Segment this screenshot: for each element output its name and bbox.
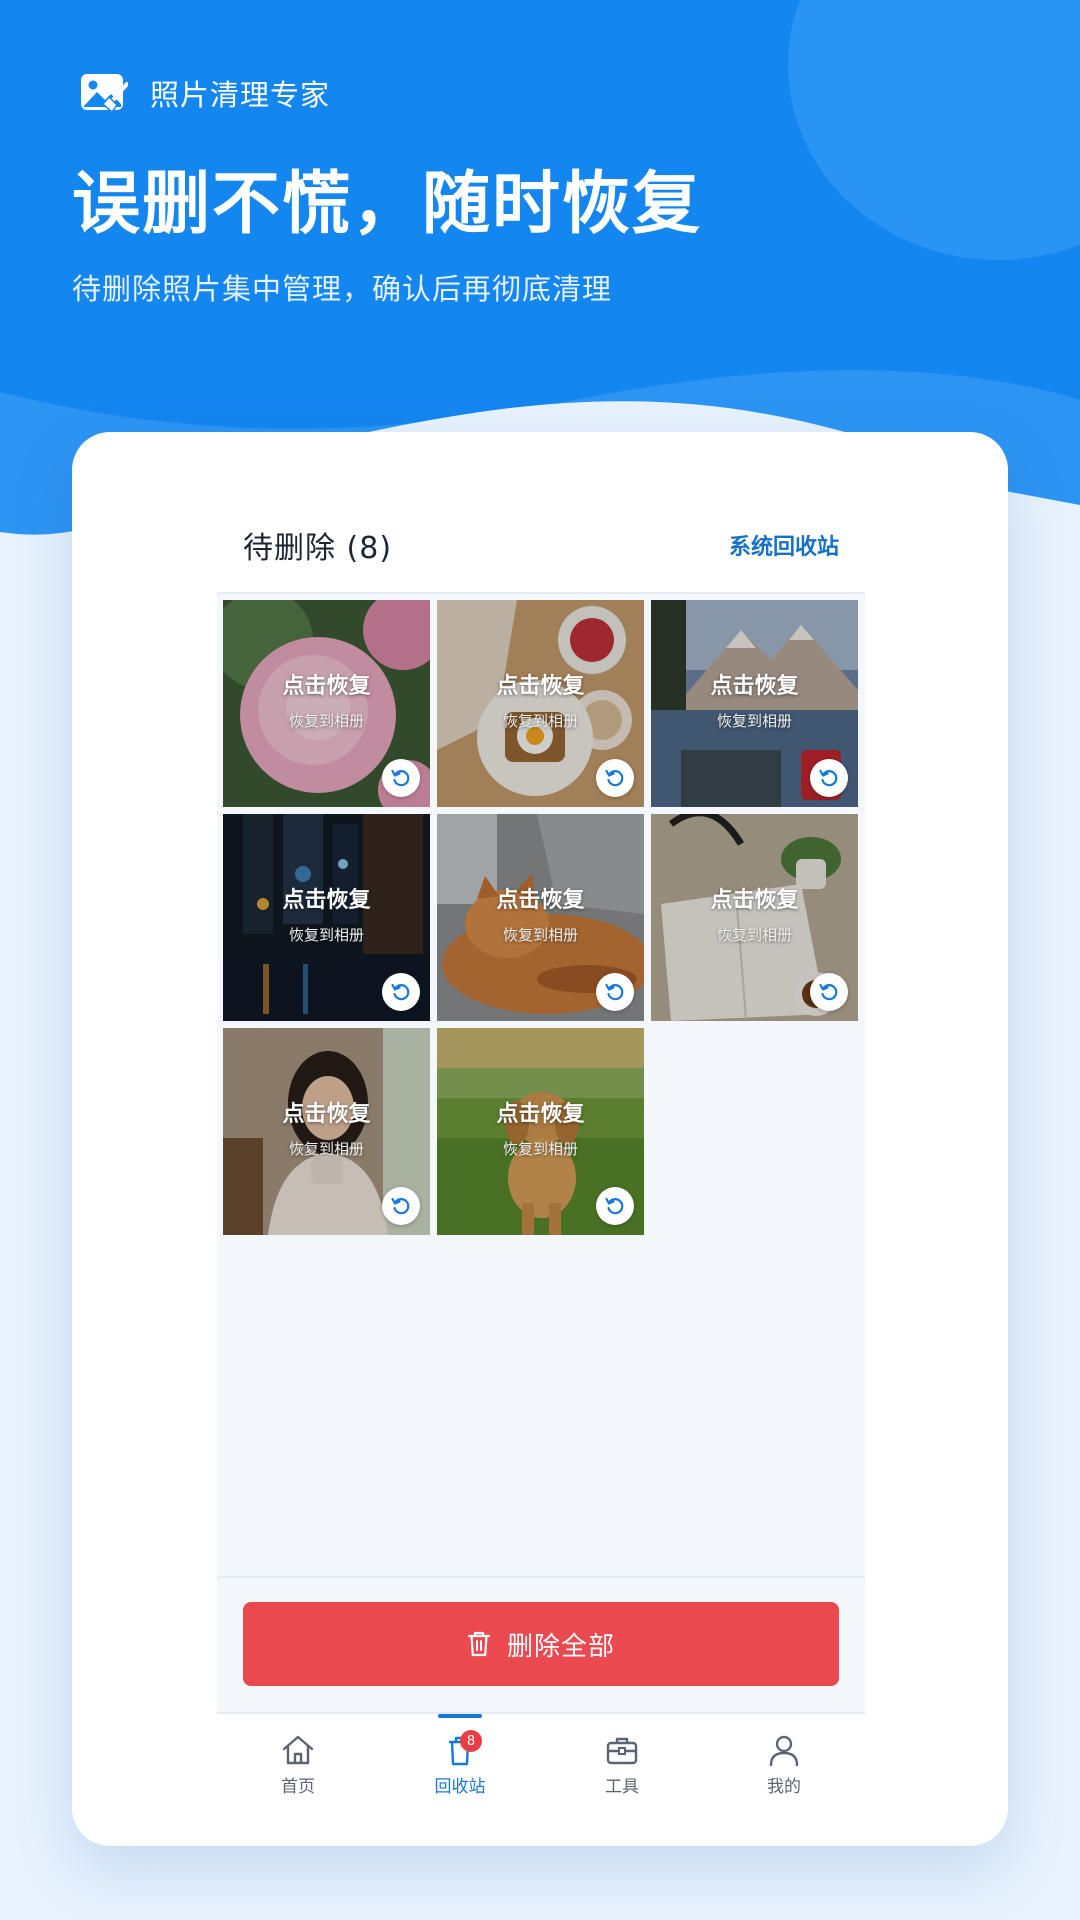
restore-label: 点击恢复 bbox=[282, 1102, 371, 1127]
tab-label: 我的 bbox=[767, 1777, 801, 1797]
photo-tile-desk[interactable]: 点击恢复 恢复到相册 bbox=[651, 814, 858, 1021]
photo-tile-breakfast[interactable]: 点击恢复 恢复到相册 bbox=[437, 600, 644, 807]
restore-button[interactable] bbox=[382, 1187, 420, 1225]
hero-headline: 误删不慌，随时恢复 bbox=[72, 165, 703, 244]
tab-label: 回收站 bbox=[434, 1777, 486, 1797]
tab-mine[interactable]: 我的 bbox=[703, 1714, 865, 1812]
system-recycle-link[interactable]: 系统回收站 bbox=[729, 529, 839, 561]
restore-button[interactable] bbox=[596, 973, 634, 1011]
restore-label: 点击恢复 bbox=[710, 674, 799, 699]
tab-label: 首页 bbox=[281, 1777, 315, 1797]
app-name: 照片清理专家 bbox=[150, 78, 331, 112]
restore-sub: 恢复到相册 bbox=[716, 712, 792, 730]
tab-recycle-bin[interactable]: 8 回收站 bbox=[379, 1714, 541, 1812]
tab-tools[interactable]: 工具 bbox=[541, 1714, 703, 1812]
bottom-tabbar: 首页 8 回收站 工具 我的 bbox=[217, 1714, 865, 1812]
photo-tile-golden-retriever[interactable]: 点击恢复 恢复到相册 bbox=[437, 1028, 644, 1235]
restore-icon bbox=[391, 769, 410, 787]
restore-sub: 恢复到相册 bbox=[502, 926, 578, 944]
restore-icon bbox=[391, 983, 410, 1001]
recycle-card: 待删除 (8) 系统回收站 点击恢复 恢复到相册 点击恢复 恢复到相册 点击恢复… bbox=[72, 432, 1008, 1846]
restore-icon bbox=[819, 983, 838, 1001]
action-bar: 删除全部 bbox=[217, 1576, 865, 1714]
restore-button[interactable] bbox=[382, 759, 420, 797]
restore-sub: 恢复到相册 bbox=[288, 926, 364, 944]
restore-label: 点击恢复 bbox=[496, 1102, 585, 1127]
restore-sub: 恢复到相册 bbox=[288, 712, 364, 730]
restore-icon bbox=[605, 769, 624, 787]
photo-tile-cat[interactable]: 点击恢复 恢复到相册 bbox=[437, 814, 644, 1021]
photo-grid-area: 点击恢复 恢复到相册 点击恢复 恢复到相册 点击恢复 恢复到相册 点击恢复 恢复… bbox=[217, 594, 865, 1576]
restore-icon bbox=[391, 1197, 410, 1215]
restore-sub: 恢复到相册 bbox=[502, 712, 578, 730]
photo-tile-mountain-lake[interactable]: 点击恢复 恢复到相册 bbox=[651, 600, 858, 807]
toolbox-icon bbox=[606, 1737, 638, 1765]
restore-label: 点击恢复 bbox=[710, 888, 799, 913]
photo-tile-peony[interactable]: 点击恢复 恢复到相册 bbox=[223, 600, 430, 807]
restore-label: 点击恢复 bbox=[496, 674, 585, 699]
panel-header: 待删除 (8) 系统回收站 bbox=[217, 498, 865, 594]
restore-button[interactable] bbox=[810, 759, 848, 797]
tab-home[interactable]: 首页 bbox=[217, 1714, 379, 1812]
photo-tile-woman-cafe[interactable]: 点击恢复 恢复到相册 bbox=[223, 1028, 430, 1235]
tab-label: 工具 bbox=[605, 1777, 639, 1797]
photo-tile-rainy-city[interactable]: 点击恢复 恢复到相册 bbox=[223, 814, 430, 1021]
recycle-badge: 8 bbox=[460, 1730, 482, 1752]
restore-button[interactable] bbox=[382, 973, 420, 1011]
restore-icon bbox=[605, 983, 624, 1001]
restore-button[interactable] bbox=[810, 973, 848, 1011]
photo-broom-icon bbox=[81, 74, 128, 114]
app-brand: 照片清理专家 bbox=[80, 70, 330, 116]
trash-icon bbox=[467, 1631, 491, 1657]
restore-sub: 恢复到相册 bbox=[502, 1140, 578, 1158]
restore-label: 点击恢复 bbox=[282, 888, 371, 913]
delete-all-button[interactable]: 删除全部 bbox=[243, 1602, 839, 1686]
restore-button[interactable] bbox=[596, 759, 634, 797]
hero-subline: 待删除照片集中管理，确认后再彻底清理 bbox=[72, 272, 613, 306]
restore-button[interactable] bbox=[596, 1187, 634, 1225]
restore-sub: 恢复到相册 bbox=[288, 1140, 364, 1158]
photo-grid: 点击恢复 恢复到相册 点击恢复 恢复到相册 点击恢复 恢复到相册 点击恢复 恢复… bbox=[223, 600, 858, 1235]
panel-title: 待删除 (8) bbox=[243, 531, 393, 566]
restore-label: 点击恢复 bbox=[496, 888, 585, 913]
restore-icon bbox=[819, 769, 838, 787]
restore-sub: 恢复到相册 bbox=[716, 926, 792, 944]
restore-icon bbox=[605, 1197, 624, 1215]
user-icon bbox=[769, 1735, 799, 1766]
home-icon bbox=[282, 1735, 314, 1765]
delete-all-label: 删除全部 bbox=[506, 1631, 615, 1662]
restore-label: 点击恢复 bbox=[282, 674, 371, 699]
phone-screen: 待删除 (8) 系统回收站 点击恢复 恢复到相册 点击恢复 恢复到相册 点击恢复… bbox=[217, 498, 865, 1812]
